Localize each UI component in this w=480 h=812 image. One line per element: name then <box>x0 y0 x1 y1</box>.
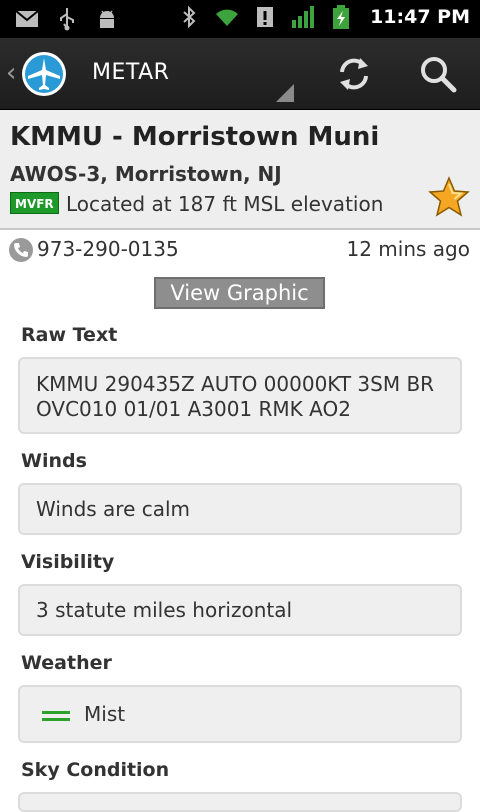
visibility-label: Visibility <box>21 551 115 573</box>
usb-icon <box>60 8 74 31</box>
android-debug-icon <box>100 10 114 28</box>
weather-value: Mist <box>84 702 126 726</box>
spinner-indicator-icon[interactable] <box>276 84 294 102</box>
station-header: KMMU - Morristown Muni AWOS-3, Morristow… <box>0 110 480 230</box>
raw-text-label: Raw Text <box>21 324 118 346</box>
winds-box: Winds are calm <box>18 483 462 535</box>
clock: 11:47 PM <box>370 6 470 28</box>
visibility-value: 3 statute miles horizontal <box>36 598 293 622</box>
weather-box: Mist <box>18 685 462 743</box>
flight-category-badge: MVFR <box>10 192 59 214</box>
search-icon <box>421 57 457 93</box>
raw-text-value: KMMU 290435Z AUTO 00000KT 3SM BR OVC010 … <box>36 372 435 421</box>
elevation-text: Located at 187 ft MSL elevation <box>66 192 384 216</box>
view-graphic-button[interactable]: View Graphic <box>154 277 325 309</box>
action-bar: ‹ METAR <box>0 38 480 110</box>
star-icon[interactable] <box>428 176 470 218</box>
refresh-icon <box>340 58 368 90</box>
mist-icon <box>42 709 70 723</box>
signal-icon <box>292 6 315 28</box>
airplane-logo-icon[interactable] <box>20 50 68 98</box>
visibility-box: 3 statute miles horizontal <box>18 584 462 636</box>
gmail-icon <box>15 10 39 27</box>
alert-icon <box>257 7 274 27</box>
up-caret-icon[interactable]: ‹ <box>6 60 16 86</box>
observation-age: 12 mins ago <box>346 237 471 261</box>
bluetooth-icon <box>183 5 196 29</box>
refresh-button[interactable] <box>330 50 378 98</box>
station-subtitle: AWOS-3, Morristown, NJ <box>10 162 282 186</box>
winds-label: Winds <box>21 450 87 472</box>
screen-title[interactable]: METAR <box>92 60 169 85</box>
status-bar: 11:47 PM <box>0 0 480 38</box>
search-button[interactable] <box>414 50 462 98</box>
wifi-icon <box>216 9 239 26</box>
sky-condition-box <box>18 792 462 812</box>
phone-icon[interactable] <box>8 237 34 263</box>
battery-charging-icon <box>333 5 350 29</box>
phone-number-link[interactable]: 973-290-0135 <box>37 237 179 261</box>
weather-label: Weather <box>21 652 112 674</box>
winds-value: Winds are calm <box>36 497 191 521</box>
phone-row: 973-290-0135 12 mins ago <box>0 232 480 268</box>
sky-condition-label: Sky Condition <box>21 759 170 781</box>
station-title: KMMU - Morristown Muni <box>10 122 380 152</box>
raw-text-box: KMMU 290435Z AUTO 00000KT 3SM BR OVC010 … <box>18 357 462 434</box>
